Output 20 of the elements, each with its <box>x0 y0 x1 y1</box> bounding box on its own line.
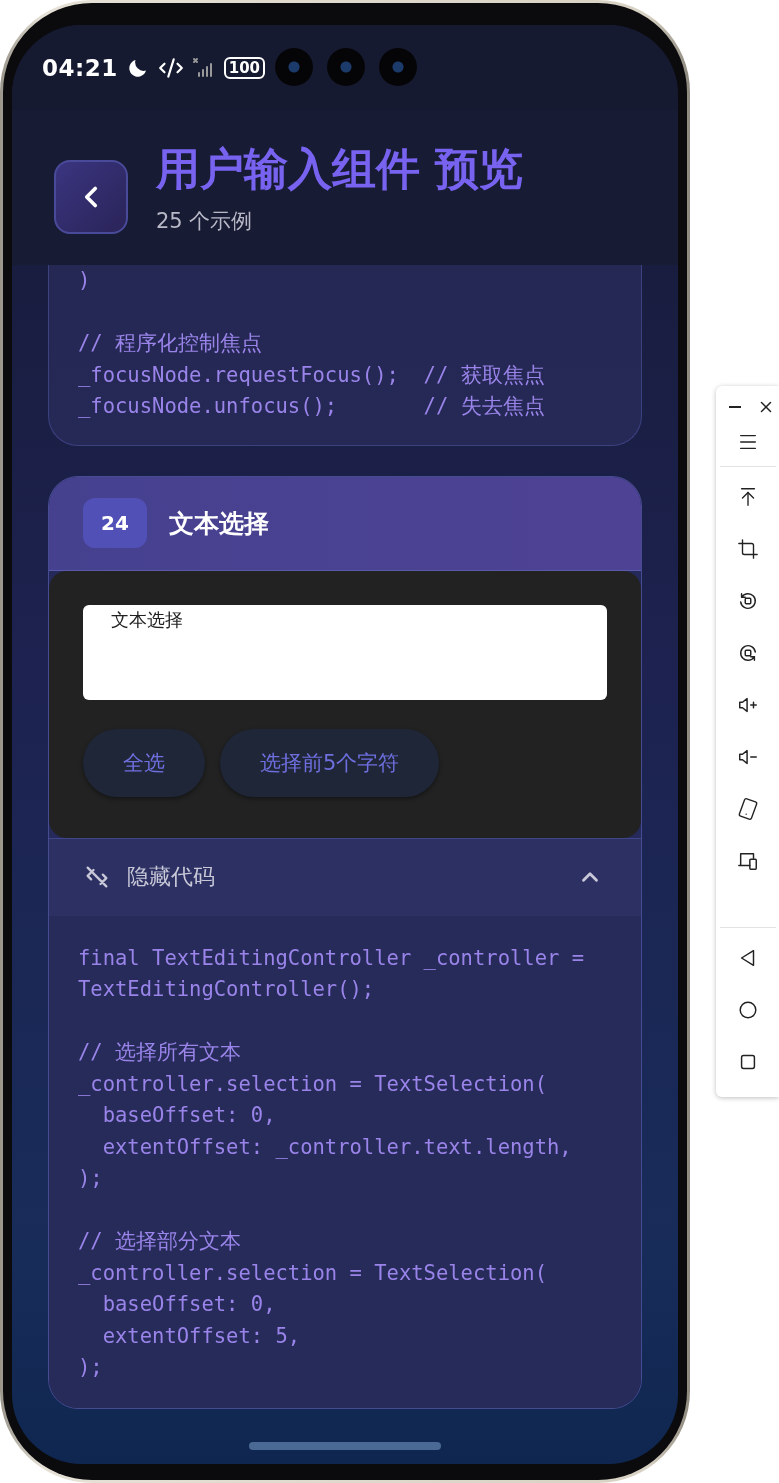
code-toggle[interactable]: 隐藏代码 <box>49 837 641 916</box>
code-text: ) // 程序化控制焦点 _focusNode.requestFocus(); // 获取焦点 _focusNode.unfocus(); // 失去焦点 <box>78 267 546 420</box>
camera-lens <box>327 48 365 86</box>
field-label: 文本选择 <box>111 607 183 632</box>
camera-lens <box>275 48 313 86</box>
back-button[interactable] <box>54 159 128 234</box>
example-count: 25 个示例 <box>156 208 254 235</box>
devices-icon <box>736 850 759 872</box>
card-title: 文本选择 <box>169 507 269 540</box>
camera-lens <box>379 48 417 86</box>
code-text: final TextEditingController _controller = TextEditingController(); // 选择所有文本 _controller.selection = TextSelection( baseOffset: 0, extentOffset: _controller.text.length, ); // 选择部分文本 _controller.selection = TextSelection( baseOffset: 0, extentOffset: 5, ); <box>78 944 586 1381</box>
clock-time: 04:21 <box>42 54 118 81</box>
page-title: 用户输入组件 预览 <box>156 142 524 196</box>
select-button[interactable]: 选择前5个字符 <box>220 728 440 797</box>
crop-icon <box>736 538 759 560</box>
select-button[interactable]: 全选 <box>83 728 205 797</box>
text-field[interactable] <box>83 604 607 700</box>
minimize-icon <box>728 406 741 408</box>
battery-level: 100 <box>223 56 266 79</box>
example-number: 24 <box>83 498 147 548</box>
